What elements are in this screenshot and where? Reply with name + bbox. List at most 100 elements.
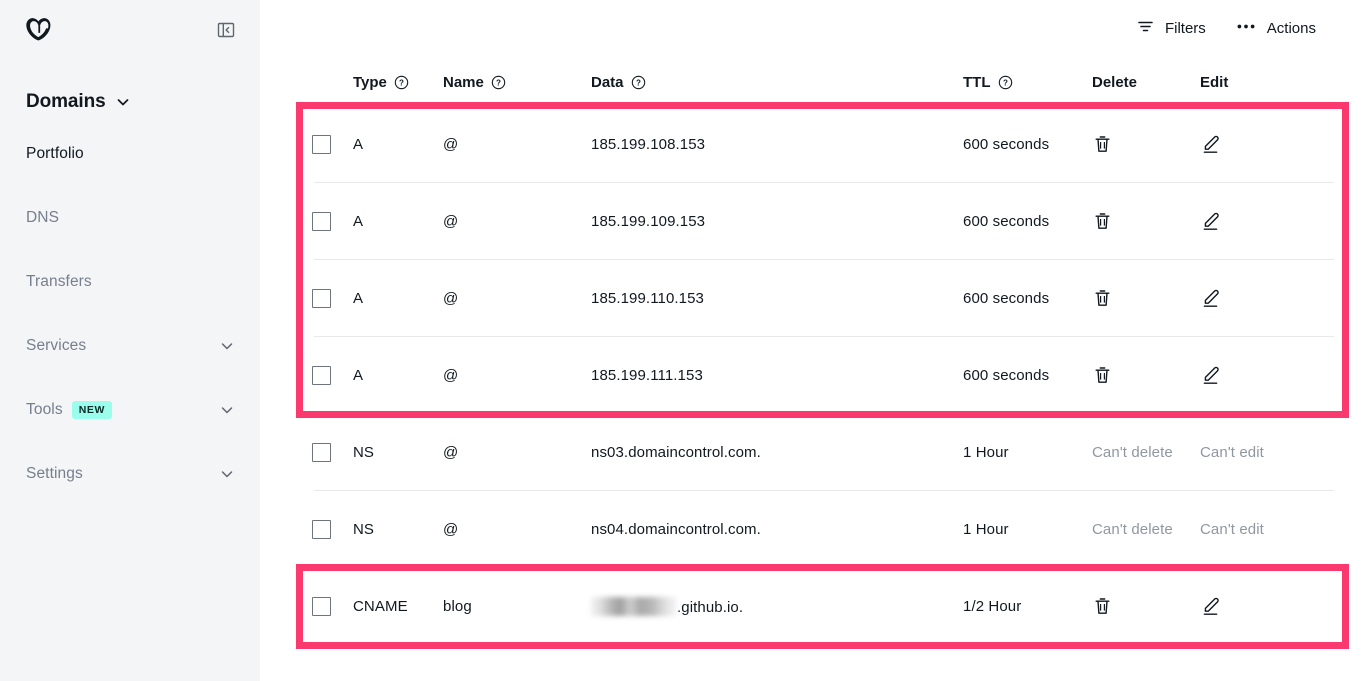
record-type: NS xyxy=(353,443,375,461)
record-ttl: 1 Hour xyxy=(963,443,1009,461)
record-ttl: 600 seconds xyxy=(963,366,1050,384)
pencil-icon[interactable] xyxy=(1200,596,1222,618)
row-checkbox[interactable] xyxy=(312,366,331,385)
chevron-down-icon xyxy=(220,339,234,353)
trash-icon[interactable] xyxy=(1092,211,1114,233)
table-row[interactable]: NS @ ns03.domaincontrol.com. 1 Hour Can'… xyxy=(297,414,1347,491)
column-header-edit: Edit xyxy=(1200,74,1229,91)
sidebar-item-portfolio[interactable]: Portfolio xyxy=(0,122,260,186)
collapse-sidebar-icon[interactable] xyxy=(216,20,236,40)
row-checkbox[interactable] xyxy=(312,443,331,462)
trash-icon[interactable] xyxy=(1092,288,1114,310)
pencil-icon[interactable] xyxy=(1200,365,1222,387)
column-header-data: Data ? xyxy=(591,74,963,91)
dns-records-table: Type ? Name ? Data ? TTL ? Delete Edit A… xyxy=(260,56,1368,645)
sidebar-section-label: Domains xyxy=(26,91,106,112)
table-row[interactable]: CNAME blog .github.io. 1/2 Hour xyxy=(297,568,1347,645)
delete-disabled-label: Can't delete xyxy=(1092,443,1173,461)
sidebar-item-tools[interactable]: Tools NEW xyxy=(0,378,260,442)
sidebar-item-label: Transfers xyxy=(26,273,92,290)
trash-icon[interactable] xyxy=(1092,596,1114,618)
edit-disabled-label: Can't edit xyxy=(1200,443,1264,461)
redacted-value xyxy=(591,596,676,616)
table-row[interactable]: A @ 185.199.109.153 600 seconds xyxy=(297,183,1347,260)
sidebar-item-dns[interactable]: DNS xyxy=(0,186,260,250)
record-data: ns04.domaincontrol.com. xyxy=(591,520,761,538)
trash-icon[interactable] xyxy=(1092,365,1114,387)
svg-text:?: ? xyxy=(636,79,641,88)
sidebar-item-label: Tools xyxy=(26,401,63,418)
column-header-delete: Delete xyxy=(1092,74,1138,91)
record-ttl: 600 seconds xyxy=(963,212,1050,230)
app-root: Domains Portfolio DNS Transfers Services… xyxy=(0,0,1368,681)
sidebar-item-label: Settings xyxy=(26,465,83,482)
sidebar-item-services[interactable]: Services xyxy=(0,314,260,378)
table-row[interactable]: A @ 185.199.111.153 600 seconds xyxy=(297,337,1347,414)
record-name: @ xyxy=(443,366,459,384)
column-header-name: Name ? xyxy=(443,74,591,91)
sidebar-header xyxy=(0,0,260,60)
help-circle-icon[interactable]: ? xyxy=(998,75,1013,90)
column-header-label: Data xyxy=(591,74,624,91)
record-ttl: 600 seconds xyxy=(963,135,1050,153)
column-header-label: Name xyxy=(443,74,484,91)
actions-button[interactable]: Actions xyxy=(1236,18,1316,39)
help-circle-icon[interactable]: ? xyxy=(631,75,646,90)
help-circle-icon[interactable]: ? xyxy=(491,75,506,90)
sidebar-section-domains[interactable]: Domains xyxy=(0,82,260,122)
pencil-icon[interactable] xyxy=(1200,134,1222,156)
sidebar: Domains Portfolio DNS Transfers Services… xyxy=(0,0,260,681)
column-header-label: Type xyxy=(353,74,387,91)
godaddy-logo[interactable] xyxy=(26,15,56,45)
edit-disabled-label: Can't edit xyxy=(1200,520,1264,538)
record-data: 185.199.108.153 xyxy=(591,135,706,153)
table-toolbar: Filters Actions xyxy=(260,0,1368,56)
main-content: Filters Actions Type ? Name ? Data ? TTL… xyxy=(260,0,1368,681)
svg-text:?: ? xyxy=(399,79,404,88)
row-checkbox[interactable] xyxy=(312,135,331,154)
trash-icon[interactable] xyxy=(1092,134,1114,156)
record-name: @ xyxy=(443,289,459,307)
filter-icon xyxy=(1137,18,1154,39)
row-checkbox[interactable] xyxy=(312,597,331,616)
record-ttl: 1 Hour xyxy=(963,520,1009,538)
table-row[interactable]: A @ 185.199.110.153 600 seconds xyxy=(297,260,1347,337)
record-data: 185.199.110.153 xyxy=(591,289,704,307)
help-circle-icon[interactable]: ? xyxy=(394,75,409,90)
dns-records-table-wrapper: Type ? Name ? Data ? TTL ? Delete Edit A… xyxy=(260,56,1368,649)
filters-button[interactable]: Filters xyxy=(1137,18,1206,39)
record-type: CNAME xyxy=(353,597,408,615)
sidebar-item-transfers[interactable]: Transfers xyxy=(0,250,260,314)
column-header-ttl: TTL ? xyxy=(963,74,1092,91)
sidebar-item-label: Services xyxy=(26,337,87,354)
row-checkbox[interactable] xyxy=(312,212,331,231)
pencil-icon[interactable] xyxy=(1200,288,1222,310)
sidebar-item-label: Portfolio xyxy=(26,145,84,162)
table-row[interactable]: NS @ ns04.domaincontrol.com. 1 Hour Can'… xyxy=(297,491,1347,568)
record-name: blog xyxy=(443,597,472,615)
filters-label: Filters xyxy=(1164,19,1206,37)
row-checkbox[interactable] xyxy=(312,289,331,308)
record-ttl: 600 seconds xyxy=(963,289,1050,307)
record-name: @ xyxy=(443,135,459,153)
record-type: A xyxy=(353,135,364,153)
record-type: A xyxy=(353,212,364,230)
sidebar-item-label: DNS xyxy=(26,209,60,226)
chevron-down-icon xyxy=(220,403,234,417)
new-badge: NEW xyxy=(71,401,112,419)
record-name: @ xyxy=(443,520,459,538)
record-type: NS xyxy=(353,520,375,538)
chevron-down-icon xyxy=(220,467,234,481)
delete-disabled-label: Can't delete xyxy=(1092,520,1173,538)
table-row[interactable]: A @ 185.199.108.153 600 seconds xyxy=(297,106,1347,183)
pencil-icon[interactable] xyxy=(1200,211,1222,233)
sidebar-item-settings[interactable]: Settings xyxy=(0,442,260,506)
svg-text:?: ? xyxy=(496,79,501,88)
record-name: @ xyxy=(443,212,459,230)
record-data: .github.io. xyxy=(677,598,744,616)
ellipsis-icon xyxy=(1236,18,1256,39)
record-type: A xyxy=(353,366,364,384)
row-checkbox[interactable] xyxy=(312,520,331,539)
actions-label: Actions xyxy=(1266,19,1316,37)
record-name: @ xyxy=(443,443,459,461)
